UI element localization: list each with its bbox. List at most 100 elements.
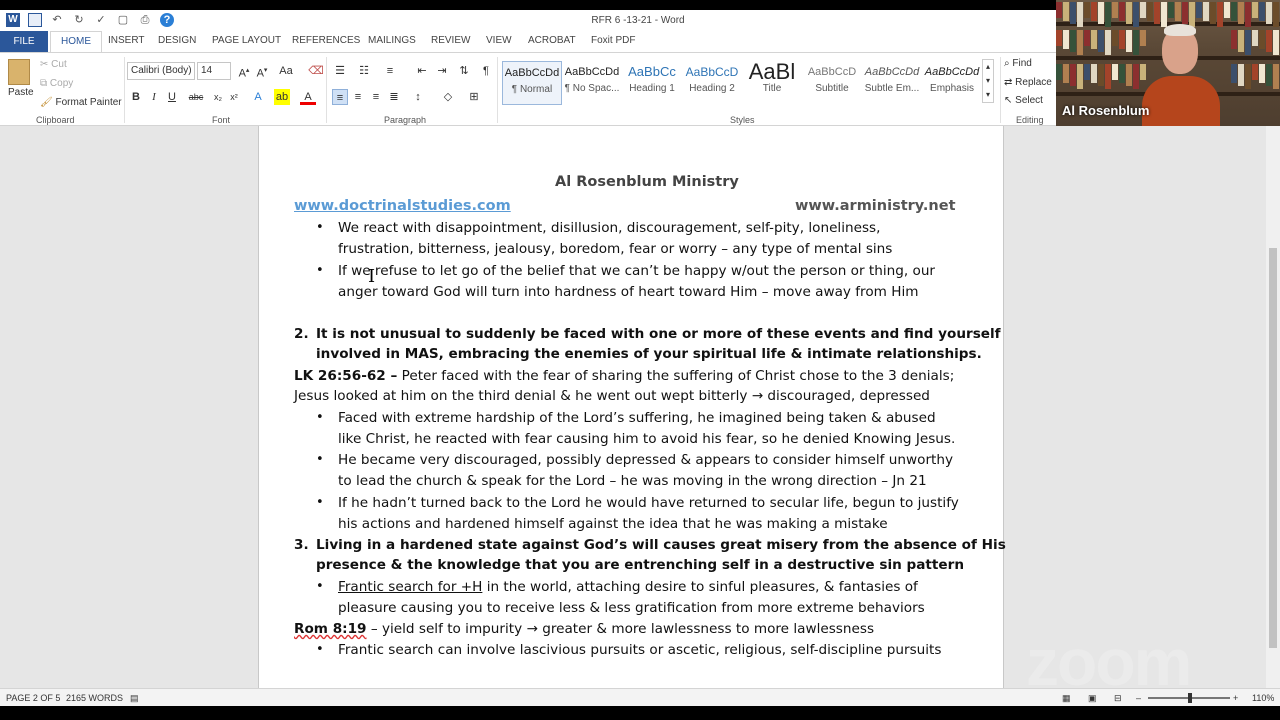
tab-home[interactable]: HOME: [50, 31, 102, 53]
tab-insert[interactable]: INSERT: [108, 35, 145, 46]
shading-icon[interactable]: ◇: [440, 89, 456, 105]
justify-icon[interactable]: ≣: [386, 89, 402, 105]
subscript-icon[interactable]: x₂: [210, 89, 226, 105]
link-doctrinalstudies[interactable]: www.doctrinalstudies.com: [294, 196, 511, 216]
bullets-icon[interactable]: ☰: [332, 63, 348, 79]
copy-button[interactable]: ⧉ Copy: [40, 78, 73, 89]
zoom-in-icon[interactable]: +: [1233, 693, 1238, 703]
font-size-select[interactable]: 14: [197, 62, 231, 80]
decrease-indent-icon[interactable]: ⇤: [414, 63, 430, 79]
paste-icon[interactable]: [8, 59, 30, 85]
paste-button[interactable]: Paste: [8, 87, 34, 98]
show-formatting-icon[interactable]: ¶: [478, 63, 494, 79]
text-effects-icon[interactable]: A: [250, 89, 266, 105]
line-text: If we refuse to let go of the belief tha…: [338, 263, 936, 279]
vertical-scrollbar[interactable]: [1266, 126, 1280, 688]
book: [1070, 2, 1076, 24]
line-text: presence & the knowledge that you are en…: [316, 557, 965, 573]
italic-icon[interactable]: I: [146, 89, 162, 105]
proofing-icon[interactable]: ▤: [130, 693, 139, 704]
word-count[interactable]: 2165 WORDS: [66, 693, 123, 703]
replace-button[interactable]: ⇄ Replace: [1004, 77, 1052, 88]
bold-icon[interactable]: B: [128, 89, 144, 105]
style-no-spacing[interactable]: AaBbCcDd ¶ No Spac...: [562, 61, 622, 105]
line-text: his actions and hardened himself against…: [338, 516, 888, 532]
replace-icon: ⇄: [1004, 77, 1016, 88]
document-line: LK 26:56-62 – Peter faced with the fear …: [294, 366, 954, 386]
line-text: Faced with extreme hardship of the Lord’…: [338, 410, 936, 426]
line-text: anger toward God will turn into hardness…: [338, 284, 919, 300]
style-title[interactable]: AaBl Title: [742, 61, 802, 105]
align-left-icon[interactable]: ≡: [332, 89, 348, 105]
line-text: pleasure causing you to receive less & l…: [338, 600, 925, 616]
document-area: Al Rosenblum Ministry www.doctrinalstudi…: [0, 126, 1266, 688]
line-spacing-icon[interactable]: ↕: [410, 89, 426, 105]
book: [1231, 2, 1237, 21]
scrollbar-thumb[interactable]: [1269, 248, 1277, 648]
separator: [326, 57, 327, 123]
book: [1133, 2, 1139, 27]
align-center-icon[interactable]: ≡: [350, 89, 366, 105]
separator: [1000, 57, 1001, 123]
select-button[interactable]: ↖ Select: [1004, 95, 1043, 106]
link-arministry[interactable]: www.arministry.net: [795, 196, 956, 216]
style-heading-2[interactable]: AaBbCcD Heading 2: [682, 61, 742, 105]
video-tile: Al Rosenblum: [1056, 0, 1280, 126]
change-case-icon[interactable]: Aa: [278, 63, 294, 79]
document-line: frustration, bitterness, jealousy, bored…: [338, 239, 892, 259]
style-heading-1[interactable]: AaBbCc Heading 1: [622, 61, 682, 105]
page-count[interactable]: PAGE 2 OF 5: [6, 693, 60, 703]
book: [1252, 64, 1258, 80]
zoom-watermark: zoom: [1026, 625, 1192, 699]
style-subtle-emphasis[interactable]: AaBbCcDd Subtle Em...: [862, 61, 922, 105]
tab-review[interactable]: REVIEW: [431, 35, 470, 46]
style-normal[interactable]: AaBbCcDd ¶ Normal: [502, 61, 562, 105]
clear-formatting-icon[interactable]: ⌫: [308, 63, 324, 79]
document-line: If we refuse to let go of the belief tha…: [338, 261, 935, 281]
book: [1105, 2, 1111, 27]
book: [1259, 64, 1265, 83]
book: [1112, 30, 1118, 46]
find-button[interactable]: ⌕ Find: [1004, 58, 1032, 69]
tab-mailings[interactable]: MAILINGS: [368, 35, 416, 46]
align-right-icon[interactable]: ≡: [368, 89, 384, 105]
multilevel-list-icon[interactable]: ≡: [382, 63, 398, 79]
book: [1126, 2, 1132, 24]
shrink-font-icon[interactable]: A▾: [254, 63, 270, 80]
borders-icon[interactable]: ⊞: [466, 89, 482, 105]
sort-icon[interactable]: ⇅: [456, 63, 472, 79]
increase-indent-icon[interactable]: ⇥: [434, 63, 450, 79]
font-color-icon[interactable]: A: [300, 89, 316, 105]
grow-font-icon[interactable]: A▴: [236, 63, 252, 80]
font-group-label: Font: [212, 115, 231, 125]
highlight-icon[interactable]: ab: [274, 89, 290, 105]
tab-design[interactable]: DESIGN: [158, 35, 196, 46]
style-subtitle[interactable]: AaBbCcD Subtitle: [802, 61, 862, 105]
list-number: 2.: [294, 326, 309, 342]
tab-foxit-pdf[interactable]: Foxit PDF: [591, 35, 635, 46]
tab-acrobat[interactable]: ACROBAT: [528, 35, 576, 46]
strikethrough-icon[interactable]: abc: [188, 89, 204, 105]
numbering-icon[interactable]: ☷: [356, 63, 372, 79]
tab-view[interactable]: VIEW: [486, 35, 512, 46]
tab-references[interactable]: REFERENCES: [292, 35, 360, 46]
editing-group-label: Editing: [1016, 115, 1044, 125]
book: [1245, 64, 1251, 89]
document-page[interactable]: Al Rosenblum Ministry www.doctrinalstudi…: [258, 126, 1006, 688]
book: [1231, 30, 1237, 49]
book: [1084, 2, 1090, 18]
zoom-level[interactable]: 110%: [1252, 693, 1274, 703]
format-painter-button[interactable]: 🖌 Format Painter: [40, 97, 122, 108]
superscript-icon[interactable]: x²: [226, 89, 242, 105]
style-emphasis[interactable]: AaBbCcDd Emphasis: [922, 61, 982, 105]
book: [1266, 30, 1272, 52]
font-family-select[interactable]: Calibri (Body): [127, 62, 195, 80]
underline-icon[interactable]: U: [164, 89, 180, 105]
tab-page-layout[interactable]: PAGE LAYOUT: [212, 35, 281, 46]
styles-more-icon[interactable]: ▴ ▾ ▾: [982, 59, 994, 103]
book: [1119, 30, 1125, 49]
cut-button[interactable]: ✂ Cut: [40, 59, 67, 70]
document-line: involved in MAS, embracing the enemies o…: [316, 344, 982, 364]
book: [1098, 30, 1104, 52]
tab-file[interactable]: FILE: [0, 31, 48, 52]
